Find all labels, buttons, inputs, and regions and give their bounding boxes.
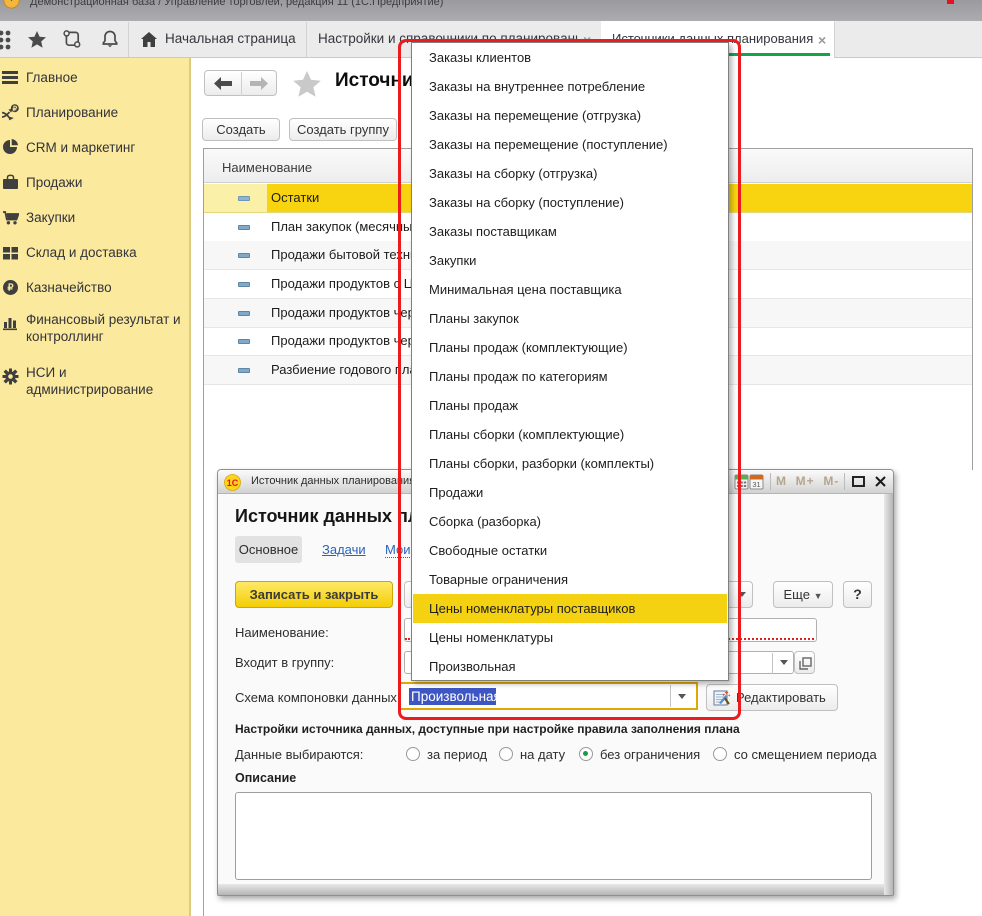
svg-text:1С: 1С	[227, 478, 239, 488]
svg-text:₽: ₽	[13, 105, 18, 113]
svg-text:₽: ₽	[7, 283, 14, 294]
svg-text:31: 31	[752, 480, 760, 489]
